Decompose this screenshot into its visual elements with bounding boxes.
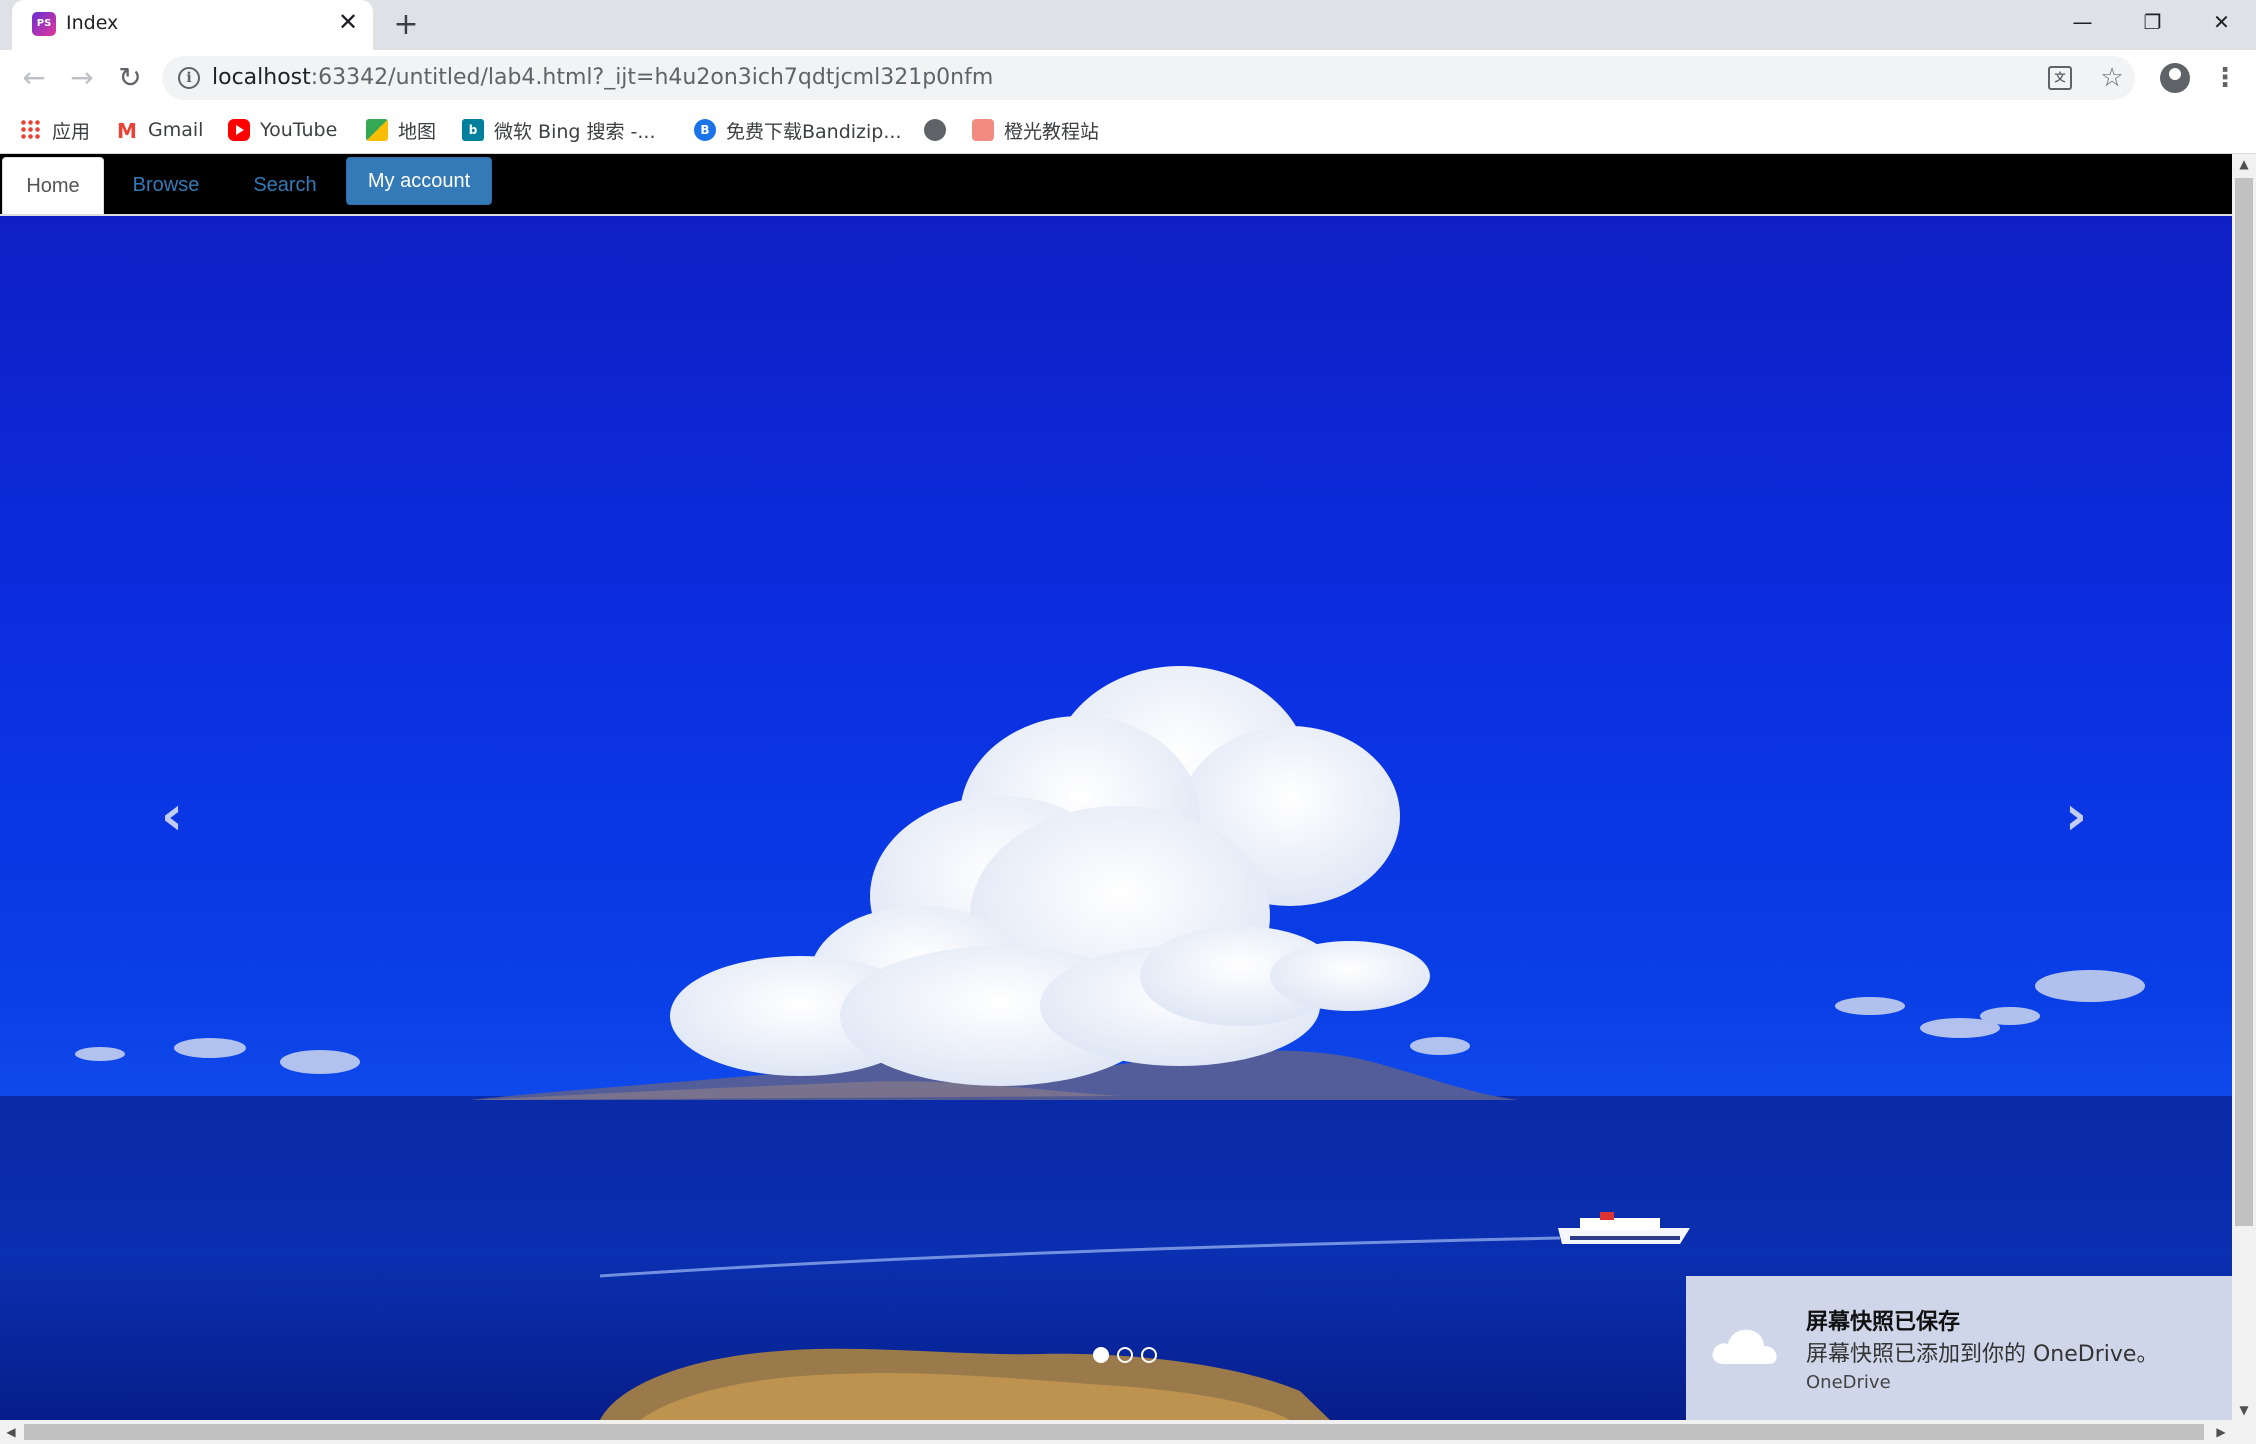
bookmark-star-icon[interactable]: ☆	[2096, 62, 2128, 94]
address-bar[interactable]: i localhost:63342/untitled/lab4.html?_ij…	[162, 56, 2135, 100]
carousel-indicator-1[interactable]	[1093, 1347, 1109, 1363]
bookmark-bandizip[interactable]: B 免费下载Bandizip...	[694, 114, 902, 146]
site-navbar: Home Browse Search My account	[0, 154, 2232, 216]
horizontal-scroll-thumb[interactable]	[24, 1424, 2204, 1440]
translate-icon[interactable]: 文	[2048, 66, 2072, 90]
orange-site-icon	[972, 119, 994, 141]
onedrive-toast[interactable]: 屏幕快照已保存 屏幕快照已添加到你的 OneDrive。 OneDrive	[1686, 1276, 2232, 1420]
bookmark-label: 免费下载Bandizip...	[726, 120, 902, 143]
bookmark-label: 橙光教程站	[1004, 120, 1100, 143]
browser-tabstrip: PS Index ✕ + — ❐ ✕	[0, 0, 2256, 50]
browser-menu-icon[interactable]: ⋮	[2210, 58, 2240, 98]
scroll-down-arrow-icon[interactable]: ▼	[2232, 1400, 2256, 1420]
site-info-icon[interactable]: i	[178, 67, 200, 89]
scroll-right-arrow-icon[interactable]: ▶	[2210, 1420, 2232, 1444]
minimize-button[interactable]: —	[2048, 0, 2117, 44]
restore-button[interactable]: ❐	[2118, 0, 2187, 44]
nav-home[interactable]: Home	[2, 157, 104, 214]
url-path: :63342/untitled/lab4.html?_ijt=h4u2on3ic…	[310, 65, 994, 90]
nav-browse[interactable]: Browse	[110, 157, 222, 214]
forward-button[interactable]: →	[62, 58, 102, 98]
bookmark-apps[interactable]: 应用	[20, 114, 90, 146]
bookmark-orange-site[interactable]: 橙光教程站	[972, 114, 1099, 146]
carousel-indicator-2[interactable]	[1117, 1347, 1133, 1363]
window-close-button[interactable]: ✕	[2187, 0, 2256, 44]
bookmark-label: Gmail	[148, 119, 204, 141]
nav-search[interactable]: Search	[230, 157, 340, 214]
browser-tab[interactable]: PS Index ✕	[12, 0, 373, 50]
scroll-left-arrow-icon[interactable]: ◀	[0, 1420, 22, 1444]
carousel-indicators	[1093, 1347, 1157, 1363]
gmail-icon: M	[117, 119, 137, 143]
toast-body: 屏幕快照已添加到你的 OneDrive。	[1806, 1342, 2159, 1367]
carousel-indicator-3[interactable]	[1141, 1347, 1157, 1363]
apps-icon	[20, 119, 42, 141]
bookmark-label: 微软 Bing 搜索 -...	[494, 120, 656, 143]
new-tab-button[interactable]: +	[389, 8, 423, 42]
bookmark-gmail[interactable]: M Gmail	[116, 114, 203, 146]
toast-app-name: OneDrive	[1806, 1372, 1891, 1393]
carousel-prev-button[interactable]: ‹	[152, 786, 192, 846]
bookmark-label: 应用	[52, 120, 91, 143]
phpstorm-favicon-icon: PS	[32, 12, 56, 36]
cloud-icon	[1712, 1329, 1777, 1364]
tab-title: Index	[66, 12, 119, 34]
my-account-button[interactable]: My account	[346, 157, 492, 205]
bandizip-icon: B	[694, 119, 716, 141]
bookmark-globe[interactable]	[924, 114, 946, 146]
bookmark-label: YouTube	[260, 119, 338, 141]
sea-cloud-photo	[0, 666, 2232, 1420]
carousel-next-button[interactable]: ›	[2056, 786, 2096, 846]
bookmarks-bar: 应用 M Gmail YouTube 地图 b 微软 Bing 搜索 -... …	[0, 106, 2256, 154]
bookmark-youtube[interactable]: YouTube	[228, 114, 337, 146]
page-viewport: Home Browse Search My account ‹ ›	[0, 154, 2232, 1420]
maps-icon	[366, 119, 388, 141]
tab-close-icon[interactable]: ✕	[334, 8, 362, 36]
reload-button[interactable]: ↻	[110, 58, 150, 98]
url-host: localhost	[212, 65, 311, 90]
vertical-scrollbar[interactable]: ▲ ▼	[2232, 154, 2256, 1420]
bookmark-bing[interactable]: b 微软 Bing 搜索 -...	[462, 114, 656, 146]
scroll-up-arrow-icon[interactable]: ▲	[2232, 154, 2256, 174]
url-text[interactable]: localhost:63342/untitled/lab4.html?_ijt=…	[212, 65, 993, 90]
profile-avatar-icon[interactable]	[2160, 63, 2190, 93]
horizontal-scrollbar[interactable]: ◀ ▶	[0, 1420, 2256, 1444]
youtube-icon	[228, 119, 250, 141]
globe-icon	[924, 119, 946, 141]
bookmark-maps[interactable]: 地图	[366, 114, 436, 146]
toast-title: 屏幕快照已保存	[1806, 1310, 1961, 1335]
bing-icon: b	[462, 119, 484, 141]
cumulus-cloud	[670, 666, 1430, 1086]
vertical-scroll-thumb[interactable]	[2235, 178, 2253, 1226]
hero-carousel: ‹ ›	[0, 216, 2232, 1420]
bookmark-label: 地图	[398, 120, 437, 143]
back-button[interactable]: ←	[14, 58, 54, 98]
browser-toolbar: ← → ↻ i localhost:63342/untitled/lab4.ht…	[0, 50, 2256, 106]
